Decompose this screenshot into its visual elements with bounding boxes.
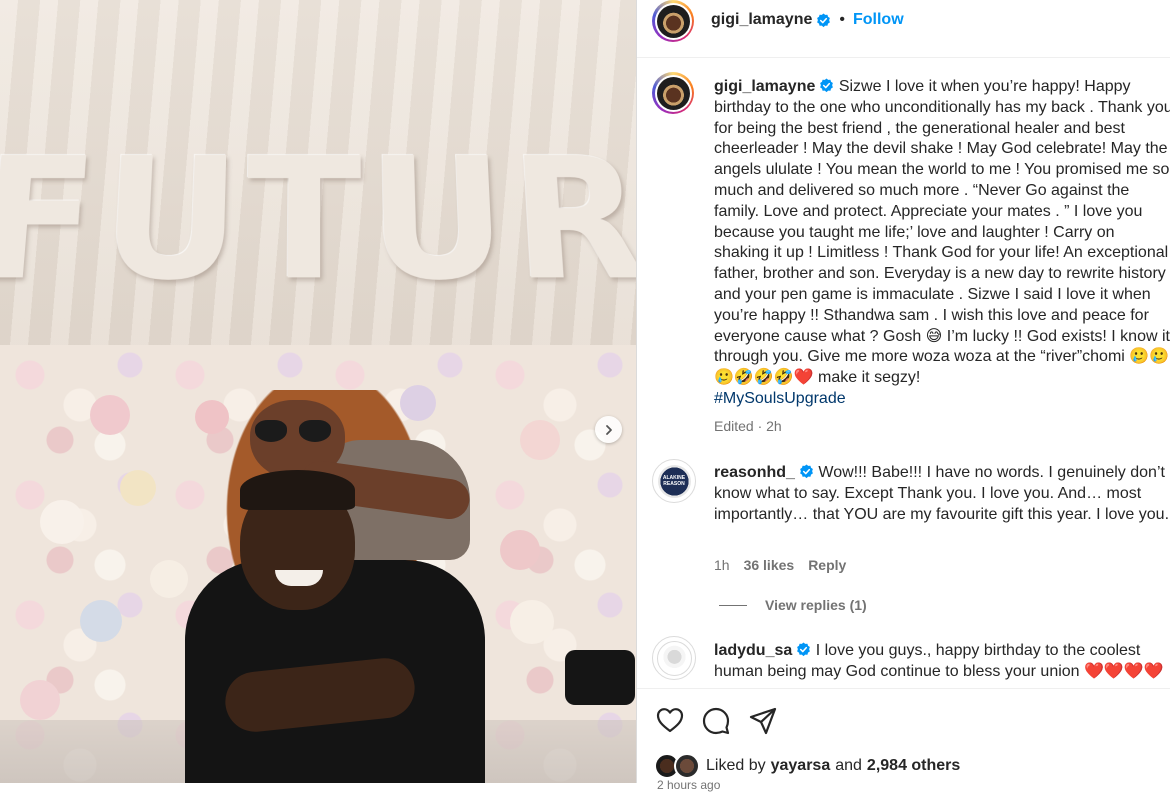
comment-meta: 1h 36 likes Reply [714, 557, 846, 573]
flower [90, 395, 130, 435]
verified-badge-icon [819, 78, 834, 93]
post-photo[interactable]: FUTURE [0, 0, 636, 783]
backdrop-letters: FUTURE [0, 124, 636, 320]
heart-icon[interactable] [656, 707, 684, 733]
caption-avatar[interactable] [652, 72, 694, 114]
avatar [657, 5, 690, 38]
verified-badge-icon [799, 464, 814, 479]
verified-badge-icon [796, 642, 811, 657]
avatar [657, 77, 690, 110]
avatar: ALAKINE REASON [658, 465, 691, 498]
flower [40, 500, 84, 544]
view-replies-label: View replies (1) [765, 597, 867, 613]
flower [80, 600, 122, 642]
liked-by-others[interactable]: 2,984 others [867, 757, 960, 775]
commenter-avatar[interactable] [652, 636, 696, 680]
caption-username[interactable]: gigi_lamayne [714, 78, 815, 95]
comment-icon[interactable] [702, 707, 730, 735]
caption-text: Sizwe I love it when you’re happy! Happy… [714, 78, 1170, 386]
flower [510, 600, 554, 644]
comments-list: gigi_lamayne Sizwe I love it when you’re… [637, 58, 1170, 688]
separator-dot: • [839, 11, 845, 29]
liked-by-prefix: Liked by [706, 757, 766, 775]
flower [20, 680, 60, 720]
flower [150, 560, 188, 598]
avatar-label: ALAKINE REASON [658, 475, 691, 487]
sunglasses [255, 420, 335, 442]
carousel-next-button[interactable] [595, 416, 622, 443]
comment-likes[interactable]: 36 likes [744, 557, 795, 573]
comment: reasonhd_ Wow!!! Babe!!! I have no words… [714, 463, 1170, 525]
flower [500, 530, 540, 570]
flower [520, 420, 560, 460]
post-side-panel: gigi_lamayne • Follow gigi_lamayne Sizwe… [636, 0, 1170, 783]
commenter-avatar[interactable]: ALAKINE REASON [652, 459, 696, 503]
author-avatar[interactable] [652, 0, 694, 42]
replies-divider [719, 605, 747, 606]
liker-avatar[interactable] [674, 753, 700, 779]
header-user: gigi_lamayne • Follow [711, 11, 904, 29]
likes-summary: Liked by yayarsa and 2,984 others [654, 753, 960, 779]
comment-username[interactable]: ladydu_sa [714, 642, 792, 659]
comment-username[interactable]: reasonhd_ [714, 464, 795, 481]
follow-button[interactable]: Follow [853, 11, 904, 29]
caption: gigi_lamayne Sizwe I love it when you’re… [714, 77, 1170, 410]
comment: ladydu_sa I love you guys., happy birthd… [714, 641, 1170, 683]
man-hair [240, 470, 355, 510]
caption-meta: Edited · 2h [714, 418, 782, 434]
handbag [565, 650, 635, 705]
chevron-right-icon [603, 424, 615, 436]
liked-by-conj: and [835, 757, 862, 775]
reply-button[interactable]: Reply [808, 557, 846, 573]
avatar [657, 641, 692, 676]
post-time: 2 hours ago [657, 778, 720, 792]
flower [120, 470, 156, 506]
verified-badge-icon [816, 13, 831, 28]
comment-time: 1h [714, 557, 730, 573]
liked-by-user[interactable]: yayarsa [771, 757, 831, 775]
share-icon[interactable] [749, 707, 777, 735]
post-header: gigi_lamayne • Follow [637, 0, 1170, 58]
author-username[interactable]: gigi_lamayne [711, 11, 812, 29]
hashtag-link[interactable]: #MySoulsUpgrade [714, 390, 846, 407]
view-replies-button[interactable]: View replies (1) [719, 597, 867, 613]
